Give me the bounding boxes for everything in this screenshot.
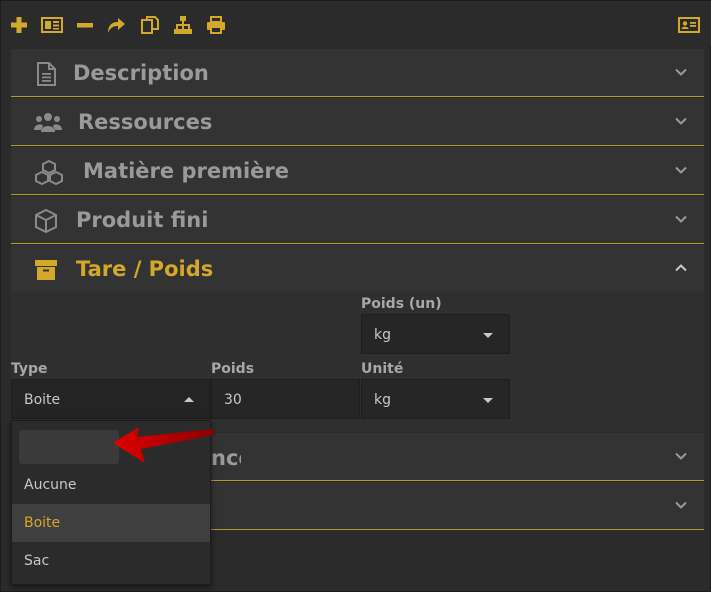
toolbar <box>1 1 711 47</box>
copy-icon[interactable] <box>140 15 160 35</box>
poids-input[interactable]: 30 <box>211 379 360 419</box>
poids-label: Poids <box>211 361 255 377</box>
section-title: Matière première <box>83 159 290 183</box>
dropdown-search-input[interactable] <box>19 430 119 464</box>
poids-un-label: Poids (un) <box>361 296 442 312</box>
file-text-icon <box>33 61 59 87</box>
chevron-down-icon <box>674 114 688 128</box>
share-arrow-icon[interactable] <box>106 15 126 35</box>
poids-un-select[interactable]: kg <box>361 314 510 354</box>
dropdown-option-aucune[interactable]: Aucune <box>12 466 210 504</box>
chevron-up-icon <box>674 261 688 275</box>
type-select[interactable]: Boite <box>11 379 211 419</box>
app-window: Description Ressources Matière première … <box>0 0 711 592</box>
section-produit-fini[interactable]: Produit fini <box>11 196 704 244</box>
section-title: Description <box>73 61 209 85</box>
caret-down-icon <box>483 398 493 403</box>
option-label: Boite <box>24 515 61 531</box>
chevron-down-icon <box>674 65 688 79</box>
caret-down-icon <box>483 333 493 338</box>
unite-select[interactable]: kg <box>361 379 510 419</box>
chevron-down-icon <box>674 449 688 463</box>
dropdown-option-boite[interactable]: Boite <box>12 504 210 542</box>
sitemap-icon[interactable] <box>173 15 193 35</box>
caret-up-icon <box>184 397 194 402</box>
unite-label: Unité <box>361 361 404 377</box>
type-label: Type <box>11 361 48 377</box>
section-title: Ressources <box>78 110 213 134</box>
plus-icon[interactable] <box>9 15 29 35</box>
chevron-down-icon <box>674 498 688 512</box>
section-matiere-premiere[interactable]: Matière première <box>11 147 704 195</box>
print-icon[interactable] <box>206 15 226 35</box>
section-tare-poids[interactable]: Tare / Poids <box>11 245 704 293</box>
archive-box-icon <box>33 257 59 283</box>
cubes-icon <box>33 159 65 185</box>
section-ressources[interactable]: Ressources <box>11 98 704 146</box>
section-title: Tare / Poids <box>76 257 214 281</box>
option-label: Aucune <box>24 477 77 493</box>
poids-value: 30 <box>224 392 242 408</box>
id-card-icon[interactable] <box>41 15 63 35</box>
minus-icon[interactable] <box>75 15 95 35</box>
chevron-down-icon <box>674 212 688 226</box>
chevron-down-icon <box>674 163 688 177</box>
unite-value: kg <box>374 392 391 408</box>
dropdown-option-sac[interactable]: Sac <box>12 542 210 580</box>
section-description[interactable]: Description <box>11 49 704 97</box>
address-card-icon[interactable] <box>678 15 700 35</box>
cube-icon <box>33 208 59 234</box>
type-value: Boite <box>24 392 61 408</box>
section-title: Produit fini <box>76 208 209 232</box>
users-icon <box>33 110 63 136</box>
red-arrow-pointer-icon <box>113 427 214 463</box>
poids-un-value: kg <box>374 327 391 343</box>
option-label: Sac <box>24 553 50 569</box>
